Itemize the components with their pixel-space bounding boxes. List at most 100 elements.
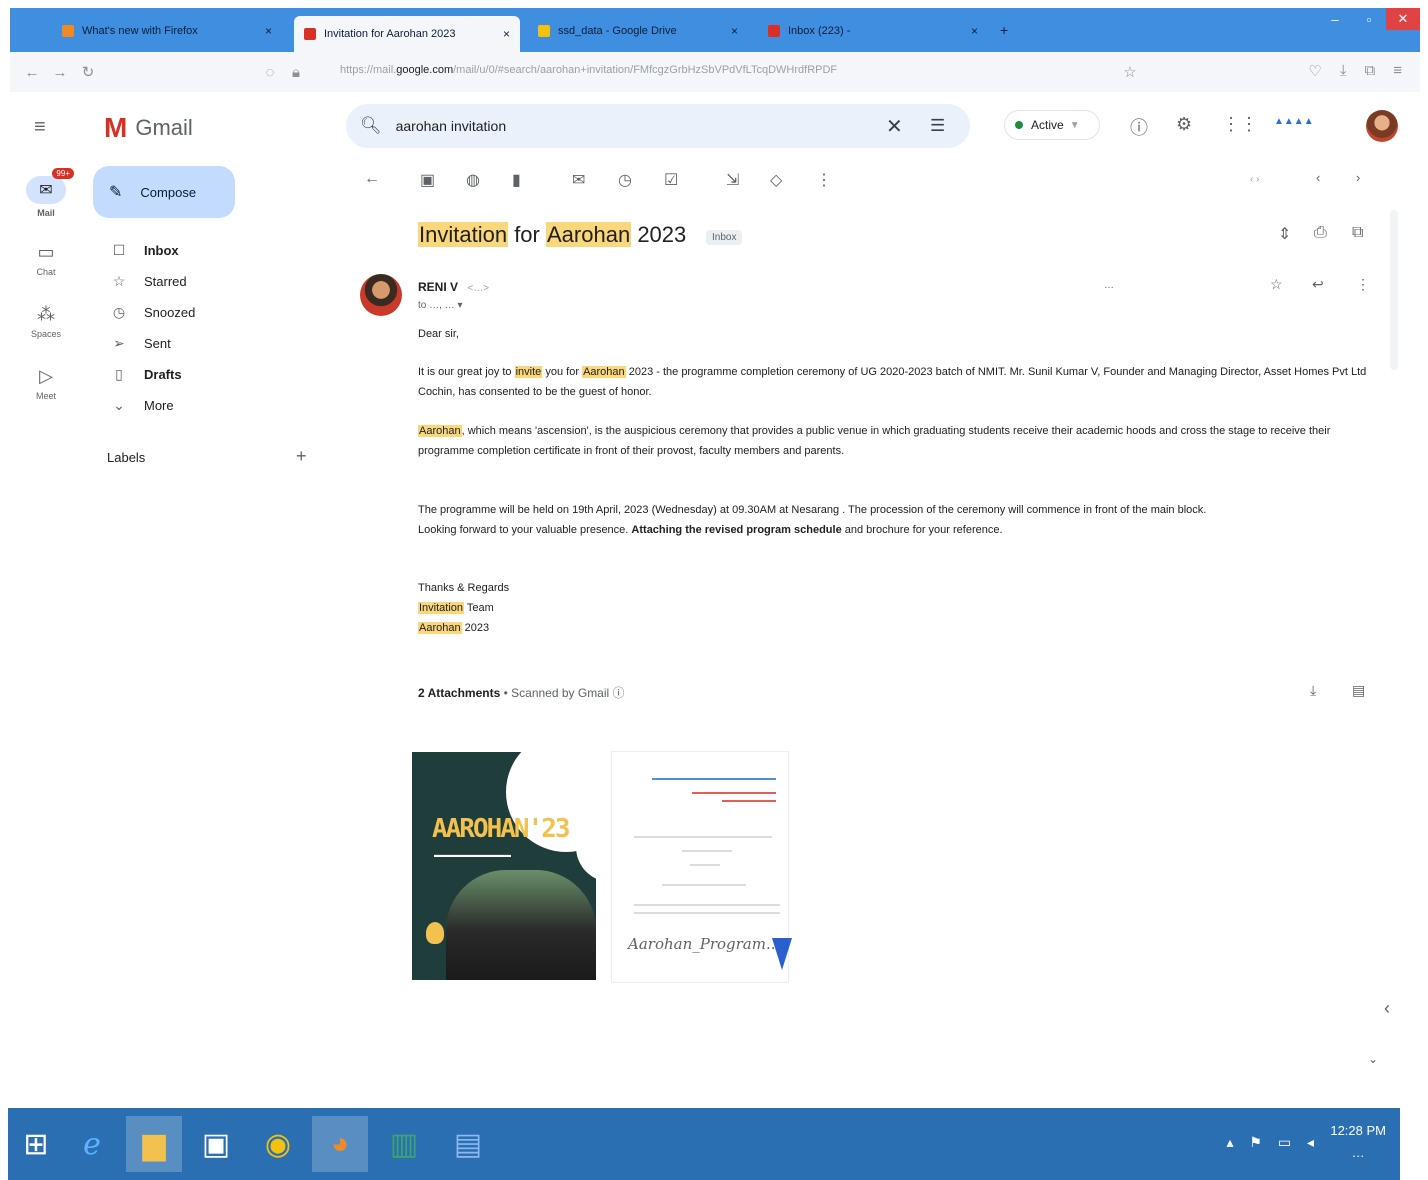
organization-logo[interactable]: ▲▲▲▲ <box>1274 116 1314 127</box>
info-icon[interactable]: ⓘ <box>613 686 625 700</box>
add-to-tasks-icon[interactable]: ☑ <box>664 170 678 190</box>
pagination: ‹ › <box>1250 174 1260 185</box>
account-avatar[interactable] <box>1366 110 1398 142</box>
close-tab-icon[interactable]: × <box>255 24 282 38</box>
windows-start-icon[interactable]: ⊞ <box>8 1116 64 1172</box>
add-to-drive-icon[interactable]: ▤ <box>1352 682 1365 699</box>
drive-favicon-icon <box>538 25 550 37</box>
downloads-icon[interactable]: ⤓ <box>1340 62 1347 80</box>
more-options-icon[interactable]: ⋮ <box>816 170 832 190</box>
browser-tab[interactable]: Inbox (223) - × <box>768 14 988 48</box>
sidebar-item-starred[interactable]: ☆ Starred <box>104 267 324 295</box>
url-bar[interactable]: https://mail.google.com/mail/u/0/#search… <box>340 64 837 76</box>
reload-icon[interactable]: ↻ <box>74 63 102 81</box>
search-input[interactable]: aarohan invitation <box>396 118 507 134</box>
recipients-line[interactable]: to …, … ▾ <box>418 300 462 311</box>
gmail-logo[interactable]: M Gmail <box>104 112 193 144</box>
search-options-icon[interactable]: ☰ <box>930 116 945 136</box>
bookmark-star-icon[interactable]: ☆ <box>1116 63 1144 81</box>
open-new-window-icon[interactable]: ⧉ <box>1352 224 1363 242</box>
download-all-icon[interactable]: ⤓ <box>1310 682 1316 699</box>
maximize-button[interactable]: ▫ <box>1352 8 1386 30</box>
forward-arrow-icon[interactable]: → <box>46 64 74 81</box>
expand-all-icon[interactable]: ⇕ <box>1278 224 1291 244</box>
snooze-icon[interactable]: ◷ <box>618 170 632 190</box>
excel-icon[interactable]: ▥ <box>376 1116 432 1172</box>
label-icon[interactable]: ◇ <box>770 170 782 190</box>
scrollbar[interactable] <box>1390 210 1398 370</box>
apps-grid-icon[interactable]: ⋮⋮ <box>1222 114 1258 135</box>
browser-tab[interactable]: ssd_data - Google Drive × <box>538 14 748 48</box>
taskbar-clock[interactable]: 12:28 PM … <box>1330 1120 1386 1164</box>
rail-chat[interactable]: ▭ Chat <box>20 242 72 277</box>
search-bar[interactable]: 🔍︎ aarohan invitation ✕ ☰ <box>346 104 970 148</box>
email-subject: Invitation for Aarohan 2023 <box>418 222 686 248</box>
compose-button[interactable]: ✎ Compose <box>93 166 235 218</box>
browser-tab[interactable]: What's new with Firefox × <box>62 14 282 48</box>
lock-icon[interactable]: 🔒︎ <box>282 64 310 81</box>
archive-icon[interactable]: ▣ <box>420 170 435 190</box>
rail-meet[interactable]: ▷ Meet <box>20 366 72 401</box>
firefox-icon[interactable]: ◕ <box>312 1116 368 1172</box>
scroll-down-icon[interactable]: ⌄ <box>1368 1052 1378 1066</box>
move-to-icon[interactable]: ⇲ <box>726 170 739 190</box>
sidebar-item-drafts[interactable]: ▯ Drafts <box>104 360 324 388</box>
delete-icon[interactable]: ▮ <box>512 170 521 190</box>
close-window-button[interactable]: ✕ <box>1386 8 1420 30</box>
side-panel-toggle-icon[interactable]: ‹ <box>1384 998 1390 1019</box>
rail-spaces[interactable]: ⁂ Spaces <box>20 304 72 339</box>
reply-icon[interactable]: ↩ <box>1312 276 1324 293</box>
sidebar-item-snoozed[interactable]: ◷ Snoozed <box>104 298 324 326</box>
inbox-label-chip[interactable]: Inbox <box>706 230 743 245</box>
extensions-icon[interactable]: ⧉ <box>1365 62 1376 80</box>
shield-icon[interactable]: ◌ <box>256 64 284 81</box>
sender-name[interactable]: RENI V <box>418 280 458 294</box>
main-menu-icon[interactable]: ≡ <box>34 116 46 139</box>
new-tab-button[interactable]: + <box>1000 22 1008 38</box>
sidebar-item-more[interactable]: ⌄ More <box>104 391 324 419</box>
system-tray[interactable]: ▴ ⚑ ▭ ◂ <box>1226 1134 1320 1151</box>
poster-subtitle: ▬▬▬▬▬▬▬▬▬▬▬ <box>434 852 511 859</box>
print-icon[interactable]: ⎙ <box>1314 224 1327 242</box>
body-text: Looking forward to your valuable presenc… <box>418 524 629 536</box>
attachment-file-chip[interactable]: Aarohan_Program... <box>620 928 780 960</box>
search-highlight: Aarohan <box>546 222 632 247</box>
search-icon[interactable]: 🔍︎ <box>360 116 382 136</box>
settings-gear-icon[interactable]: ⚙ <box>1176 114 1192 135</box>
add-label-icon[interactable]: + <box>296 446 307 467</box>
mark-unread-icon[interactable]: ✉ <box>572 170 585 190</box>
close-tab-icon[interactable]: × <box>721 24 748 38</box>
close-tab-icon[interactable]: × <box>961 24 988 38</box>
chrome-icon[interactable]: ◉ <box>250 1116 306 1172</box>
file-explorer-icon[interactable]: ▆ <box>126 1116 182 1172</box>
newer-icon[interactable]: ‹ <box>1316 170 1320 185</box>
pocket-icon[interactable]: ♡ <box>1308 62 1321 80</box>
attachment-poster-thumbnail[interactable]: AAROHAN'23 ▬▬▬▬▬▬▬▬▬▬▬ <box>412 752 596 980</box>
menu-icon[interactable]: ≡ <box>1393 62 1402 80</box>
clear-search-icon[interactable]: ✕ <box>886 114 903 139</box>
store-icon[interactable]: ▣ <box>188 1116 244 1172</box>
rail-mail[interactable]: ✉ 99+ Mail <box>20 168 74 218</box>
support-icon[interactable]: ⓘ <box>1130 114 1148 140</box>
status-selector[interactable]: Active ▼ <box>1004 110 1100 140</box>
email-salutation: Dear sir, <box>418 324 1368 344</box>
report-spam-icon[interactable]: ◍ <box>466 170 480 190</box>
sender-email: <…> <box>467 283 490 294</box>
older-icon[interactable]: › <box>1356 170 1360 185</box>
star-icon[interactable]: ☆ <box>1270 276 1283 293</box>
tab-title: Invitation for Aarohan 2023 <box>324 28 456 40</box>
browser-tab-active[interactable]: Invitation for Aarohan 2023 × <box>294 16 520 52</box>
back-arrow-icon[interactable]: ← <box>18 64 46 81</box>
browser-tab-strip: What's new with Firefox × Invitation for… <box>10 8 1420 52</box>
sender-avatar[interactable] <box>360 274 402 316</box>
gmail-favicon-icon <box>304 28 316 40</box>
close-tab-icon[interactable]: × <box>493 27 520 41</box>
more-options-icon[interactable]: ⋮ <box>1356 276 1370 293</box>
sidebar-item-sent[interactable]: ➢ Sent <box>104 329 324 357</box>
sidebar-item-inbox[interactable]: ☐ Inbox <box>104 236 324 264</box>
minimize-button[interactable]: – <box>1318 8 1352 30</box>
attachment-document-thumbnail[interactable]: Aarohan_Program... <box>612 752 792 982</box>
word-icon[interactable]: ▤ <box>440 1116 496 1172</box>
back-to-search-icon[interactable]: ← <box>364 170 380 188</box>
internet-explorer-icon[interactable]: e <box>64 1116 120 1172</box>
